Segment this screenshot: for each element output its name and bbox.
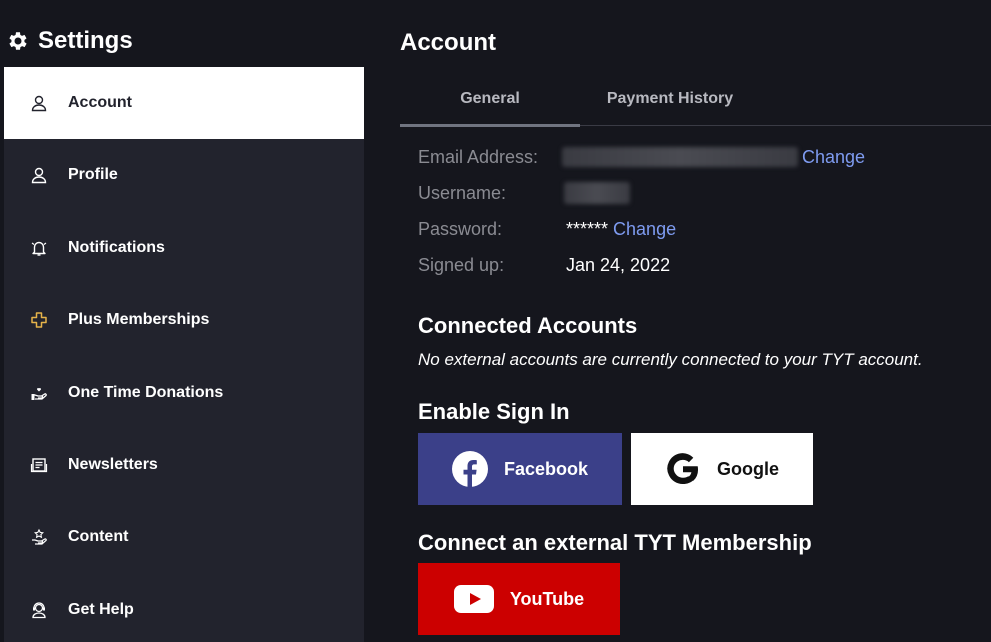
password-mask: ****** bbox=[566, 218, 609, 239]
sidebar-item-label: Notifications bbox=[68, 239, 165, 256]
facebook-icon bbox=[451, 451, 488, 487]
tab-bar: General Payment History bbox=[400, 72, 991, 127]
content-hand-icon bbox=[30, 528, 48, 546]
user-icon bbox=[30, 94, 48, 112]
facebook-button[interactable]: Facebook bbox=[418, 433, 622, 505]
sidebar-item-one-time-donations[interactable]: One Time Donations bbox=[4, 357, 364, 429]
external-membership-heading: Connect an external TYT Membership bbox=[418, 530, 812, 555]
google-button-label: Google bbox=[717, 458, 779, 479]
username-redacted bbox=[564, 182, 630, 204]
sidebar-item-label: Profile bbox=[68, 166, 118, 183]
email-label: Email Address: bbox=[418, 146, 539, 167]
email-value: Change bbox=[562, 147, 865, 168]
support-agent-icon bbox=[30, 601, 48, 619]
signed-up-label: Signed up: bbox=[418, 254, 505, 275]
sidebar-item-label: Account bbox=[68, 94, 132, 111]
youtube-button[interactable]: YouTube bbox=[418, 563, 620, 635]
google-button[interactable]: Google bbox=[631, 433, 813, 505]
bell-icon bbox=[30, 239, 48, 257]
plus-icon bbox=[30, 311, 48, 329]
youtube-icon bbox=[453, 585, 494, 613]
page-title: Account bbox=[400, 29, 496, 56]
sidebar-item-label: Newsletters bbox=[68, 456, 158, 473]
email-change-link[interactable]: Change bbox=[802, 147, 865, 168]
password-label: Password: bbox=[418, 218, 503, 239]
connected-accounts-heading: Connected Accounts bbox=[418, 313, 638, 338]
email-redacted bbox=[562, 147, 798, 167]
facebook-button-label: Facebook bbox=[503, 458, 589, 479]
sidebar-item-plus-memberships[interactable]: Plus Memberships bbox=[4, 284, 364, 356]
sidebar-item-label: Plus Memberships bbox=[68, 311, 210, 328]
signed-up-value: Jan 24, 2022 bbox=[566, 254, 671, 275]
sidebar-item-profile[interactable]: Profile bbox=[4, 139, 364, 211]
google-icon bbox=[667, 453, 699, 485]
sidebar-item-account[interactable]: Account bbox=[4, 67, 364, 139]
gear-icon bbox=[9, 32, 27, 50]
sidebar-item-label: Get Help bbox=[68, 601, 134, 618]
enable-sign-in-heading: Enable Sign In bbox=[418, 399, 570, 424]
sidebar-item-newsletters[interactable]: Newsletters bbox=[4, 429, 364, 501]
username-label: Username: bbox=[418, 182, 507, 203]
sidebar-item-label: Content bbox=[68, 528, 129, 545]
newsletter-icon bbox=[30, 456, 48, 474]
sidebar-item-content[interactable]: Content bbox=[4, 501, 364, 573]
sidebar-item-get-help[interactable]: Get Help bbox=[4, 574, 364, 642]
settings-title-text: Settings bbox=[38, 27, 133, 54]
tab-general[interactable]: General bbox=[400, 72, 580, 127]
connected-accounts-note: No external accounts are currently conne… bbox=[418, 350, 923, 369]
sidebar-item-label: One Time Donations bbox=[68, 384, 224, 401]
sidebar: Account Profile Notifications Plus Membe… bbox=[4, 67, 364, 642]
password-change-link[interactable]: Change bbox=[613, 219, 676, 240]
username-value bbox=[564, 182, 630, 204]
donation-hand-icon bbox=[30, 384, 48, 402]
sidebar-item-notifications[interactable]: Notifications bbox=[4, 212, 364, 284]
tab-payment-history[interactable]: Payment History bbox=[580, 72, 760, 125]
user-icon bbox=[30, 166, 48, 184]
settings-title: Settings bbox=[6, 26, 133, 56]
youtube-button-label: YouTube bbox=[509, 588, 585, 609]
password-value: ****** Change bbox=[566, 219, 676, 240]
